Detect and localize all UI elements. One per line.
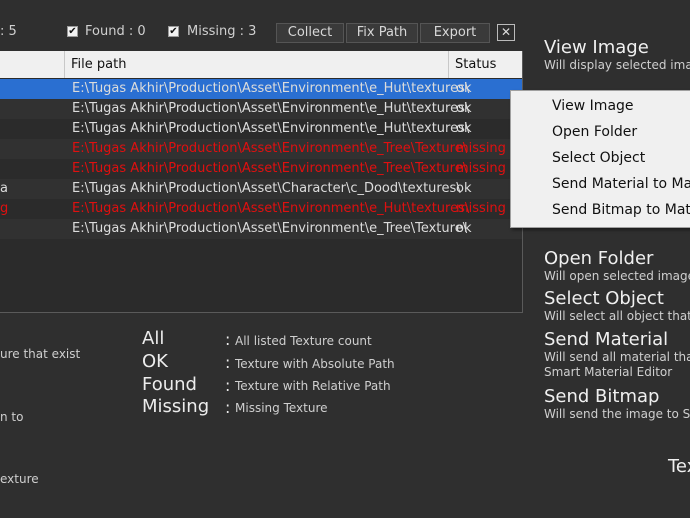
legend-colon: : xyxy=(225,398,231,417)
help-desc-open-folder: Will open selected image fo xyxy=(544,269,690,283)
row-status-cell: missing xyxy=(456,141,506,156)
row-path-cell: E:\Tugas Akhir\Production\Asset\Environm… xyxy=(72,81,470,96)
context-menu: View Image Open Folder Select Object Sen… xyxy=(510,90,690,228)
legend-term-ok: OK xyxy=(142,351,168,372)
table-row[interactable]: E:\Tugas Akhir\Production\Asset\Environm… xyxy=(0,219,522,239)
row-status-cell: missing xyxy=(456,161,506,176)
row-path-cell: E:\Tugas Akhir\Production\Asset\Environm… xyxy=(72,141,468,156)
texture-table: File path Status E:\Tugas Akhir\Producti… xyxy=(0,51,523,313)
help-desc-send-material: Will send all material that u xyxy=(544,350,690,364)
collect-button[interactable]: Collect xyxy=(276,23,344,43)
table-row[interactable]: E:\Tugas Akhir\Production\Asset\Environm… xyxy=(0,99,522,119)
row-status-cell: ok xyxy=(456,221,472,236)
help-title-send-bitmap: Send Bitmap xyxy=(544,386,660,407)
table-row[interactable]: a E:\Tugas Akhir\Production\Asset\Charact… xyxy=(0,179,522,199)
menu-item-select-object[interactable]: Select Object xyxy=(552,150,645,166)
row-name-cell: a xyxy=(0,181,8,196)
help-desc-view-image: Will display selected image xyxy=(544,58,690,72)
table-row[interactable]: E:\Tugas Akhir\Production\Asset\Environm… xyxy=(0,79,522,99)
row-status-cell: ok xyxy=(456,81,472,96)
column-header-status[interactable]: Status xyxy=(448,51,522,78)
legend-colon: : xyxy=(225,330,231,349)
column-header-file-path[interactable]: File path xyxy=(64,51,448,78)
table-row[interactable]: E:\Tugas Akhir\Production\Asset\Environm… xyxy=(0,159,522,179)
row-path-cell: E:\Tugas Akhir\Production\Asset\Environm… xyxy=(72,101,470,116)
row-path-cell: E:\Tugas Akhir\Production\Asset\Environm… xyxy=(72,121,470,136)
missing-checkbox[interactable]: ✔ xyxy=(168,26,179,37)
legend-desc-missing: Missing Texture xyxy=(235,401,328,415)
found-count-label: Found : 0 xyxy=(85,24,146,39)
row-path-cell: E:\Tugas Akhir\Production\Asset\Environm… xyxy=(72,221,468,236)
legend-term-missing: Missing xyxy=(142,396,210,417)
menu-item-send-material[interactable]: Send Material to Mate xyxy=(552,176,690,192)
toolbar: : 5 ✔ Found : 0 ✔ Missing : 3 Collect Fi… xyxy=(0,20,524,46)
left-desc-fragment: n to xyxy=(0,410,24,424)
legend-term-found: Found xyxy=(142,374,197,395)
close-icon[interactable]: ✕ xyxy=(497,24,515,41)
help-title-open-folder: Open Folder xyxy=(544,248,654,269)
menu-item-open-folder[interactable]: Open Folder xyxy=(552,124,637,140)
help-desc-send-material-2: Smart Material Editor xyxy=(544,365,673,379)
row-path-cell: E:\Tugas Akhir\Production\Asset\Environm… xyxy=(72,161,468,176)
table-row[interactable]: g E:\Tugas Akhir\Production\Asset\Environ… xyxy=(0,199,522,219)
help-title-select-object: Select Object xyxy=(544,288,664,309)
row-path-cell: E:\Tugas Akhir\Production\Asset\Characte… xyxy=(72,181,461,196)
row-path-cell: E:\Tugas Akhir\Production\Asset\Environm… xyxy=(72,201,470,216)
left-desc-fragment: ure that exist xyxy=(0,347,81,361)
found-checkbox[interactable]: ✔ xyxy=(67,26,78,37)
legend-desc-found: Texture with Relative Path xyxy=(235,379,391,393)
legend-colon: : xyxy=(225,376,231,395)
legend-colon: : xyxy=(225,353,231,372)
all-count-label: : 5 xyxy=(0,24,17,39)
help-bottom-fragment: Tex xyxy=(668,456,690,477)
legend-term-all: All xyxy=(142,328,165,349)
row-status-cell: missing xyxy=(456,201,506,216)
legend-desc-all: All listed Texture count xyxy=(235,334,372,348)
row-status-cell: ok xyxy=(456,121,472,136)
row-name-cell: g xyxy=(0,201,9,216)
menu-item-view-image[interactable]: View Image xyxy=(552,98,634,114)
help-desc-send-bitmap: Will send the image to Sma xyxy=(544,407,690,421)
help-title-send-material: Send Material xyxy=(544,329,669,350)
help-title-view-image: View Image xyxy=(544,37,649,58)
column-header-name[interactable] xyxy=(0,51,64,78)
help-desc-select-object: Will select all object that us xyxy=(544,309,690,323)
table-row[interactable]: E:\Tugas Akhir\Production\Asset\Environm… xyxy=(0,139,522,159)
legend-desc-ok: Texture with Absolute Path xyxy=(235,357,395,371)
table-row[interactable]: E:\Tugas Akhir\Production\Asset\Environm… xyxy=(0,119,522,139)
missing-count-label: Missing : 3 xyxy=(187,24,257,39)
export-button[interactable]: Export xyxy=(420,23,490,43)
table-header: File path Status xyxy=(0,51,522,78)
row-status-cell: ok xyxy=(456,101,472,116)
fix-path-button[interactable]: Fix Path xyxy=(346,23,418,43)
row-status-cell: ok xyxy=(456,181,472,196)
menu-item-send-bitmap[interactable]: Send Bitmap to Mater xyxy=(552,202,690,218)
left-desc-fragment: exture xyxy=(0,472,39,486)
